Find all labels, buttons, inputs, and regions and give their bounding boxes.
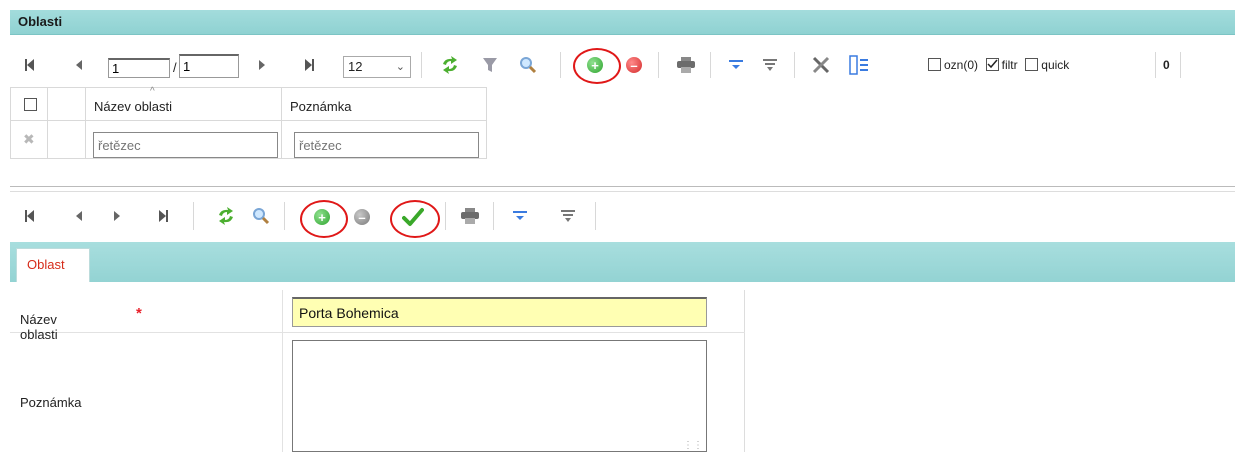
name-label: Název oblasti [20, 312, 58, 342]
ozn-checkbox[interactable] [928, 58, 941, 72]
column-header-name[interactable]: ^ Název oblasti [86, 86, 282, 121]
filtr-checkbox[interactable] [985, 58, 999, 72]
page-size-select[interactable]: 12 ⌄ [343, 56, 411, 78]
refresh-icon[interactable] [440, 55, 460, 75]
next-record-icon[interactable] [108, 207, 126, 225]
current-page-input[interactable] [108, 58, 170, 78]
sort-indicator-icon: ^ [150, 86, 155, 97]
prev-record-icon[interactable] [70, 207, 88, 225]
quick-checkbox[interactable] [1025, 58, 1039, 72]
cancel-icon[interactable]: – [353, 208, 371, 226]
page-separator: / [173, 60, 177, 75]
delete-icon[interactable]: – [625, 56, 643, 74]
sort-asc-icon[interactable] [510, 206, 530, 226]
refresh-icon[interactable] [216, 206, 236, 226]
last-record-icon[interactable] [154, 207, 172, 225]
note-label: Poznámka [20, 395, 82, 410]
search-icon[interactable] [251, 206, 271, 226]
print-icon[interactable] [676, 55, 696, 75]
filter-note-input[interactable] [294, 132, 479, 158]
window-titlebar: Oblasti [10, 10, 1235, 35]
add-icon[interactable]: + [586, 56, 604, 74]
required-marker: * [136, 305, 142, 322]
print-icon[interactable] [460, 206, 480, 226]
tab-oblast[interactable]: Oblast [16, 248, 90, 282]
search-icon[interactable] [518, 55, 538, 75]
columns-icon[interactable] [848, 54, 870, 76]
record-count: 0 [1163, 58, 1170, 72]
tools-icon[interactable] [810, 54, 832, 76]
quick-label: quick [1041, 57, 1070, 72]
ozn-label: ozn(0) [944, 57, 979, 72]
prev-page-icon[interactable] [70, 56, 88, 74]
note-textarea[interactable]: ⋮⋮ [292, 340, 707, 452]
first-page-icon[interactable] [20, 56, 38, 74]
clear-filter-cell: ✖ [10, 121, 48, 159]
section-divider [10, 186, 1235, 192]
column-header-note[interactable]: Poznámka [282, 87, 487, 121]
total-pages-field [179, 54, 239, 78]
tab-bar: Oblast [10, 242, 1235, 282]
last-page-icon[interactable] [300, 56, 318, 74]
filtr-label: filtr [1001, 57, 1018, 72]
clear-filter-icon[interactable]: ✖ [23, 131, 35, 148]
resize-handle-icon[interactable]: ⋮⋮ [683, 440, 703, 451]
form-toolbar: + – [10, 196, 600, 238]
select-all-cell [10, 87, 48, 121]
sort-asc-icon[interactable] [726, 55, 746, 75]
chevron-down-icon: ⌄ [395, 61, 405, 73]
filter-name-input[interactable] [93, 132, 278, 158]
sort-desc-icon[interactable] [558, 206, 578, 226]
window-title: Oblasti [18, 14, 63, 29]
sort-desc-icon[interactable] [760, 55, 780, 75]
add-icon[interactable]: + [313, 208, 331, 226]
save-check-icon[interactable] [402, 206, 424, 228]
grid-toolbar: / 12 ⌄ + – ozn(0) filt [10, 46, 1181, 84]
first-record-icon[interactable] [20, 207, 38, 225]
next-page-icon[interactable] [253, 56, 271, 74]
select-all-checkbox[interactable] [24, 98, 37, 111]
name-input[interactable] [292, 297, 707, 327]
filter-icon[interactable] [480, 55, 500, 75]
page-size-value: 12 [348, 59, 363, 74]
